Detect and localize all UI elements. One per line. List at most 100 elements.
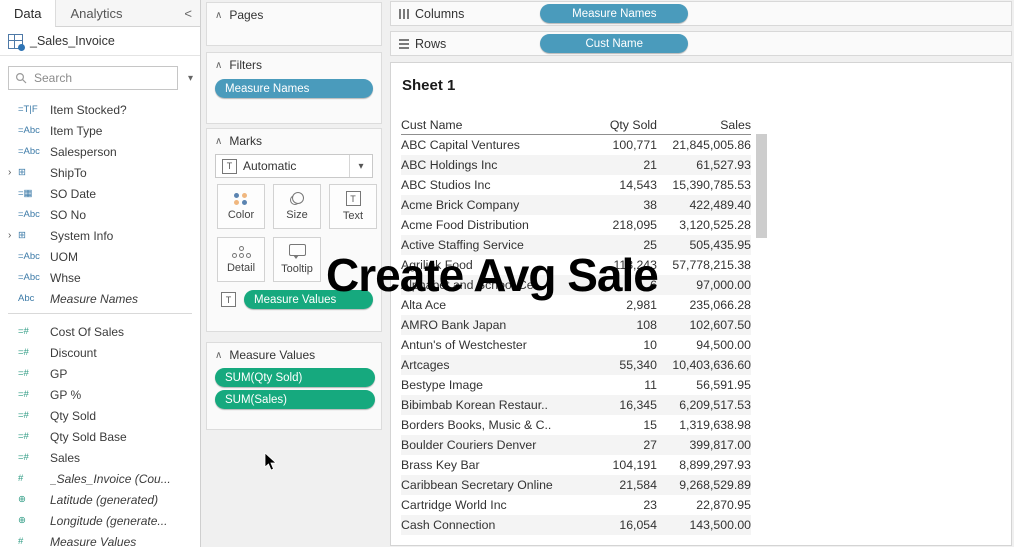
table-row[interactable]: Antun's of Westchester 10 94,500.00	[401, 335, 751, 355]
filters-title: Filters	[229, 58, 262, 72]
field-row[interactable]: =T|F Item Stocked?	[0, 99, 200, 120]
columns-pill-measure-names[interactable]: Measure Names	[540, 4, 688, 23]
field-row[interactable]: =Abc SO No	[0, 204, 200, 225]
field-row[interactable]: ⊕ Latitude (generated)	[0, 489, 200, 510]
field-label: Measure Values	[50, 535, 136, 547]
field-row[interactable]: =# Cost Of Sales	[0, 321, 200, 342]
field-label: Salesperson	[50, 145, 117, 159]
qty-sold-cell: 10	[569, 338, 657, 352]
table-row[interactable]: Artcages 55,340 10,403,636.60	[401, 355, 751, 375]
field-row[interactable]: =Abc UOM	[0, 246, 200, 267]
table-row[interactable]: ABC Capital Ventures 100,771 21,845,005.…	[401, 135, 751, 155]
table-row[interactable]: ABC Studios Inc 14,543 15,390,785.53	[401, 175, 751, 195]
field-row[interactable]: =# Sales	[0, 447, 200, 468]
qty-sold-cell: 21,584	[569, 478, 657, 492]
sales-cell: 143,500.00	[657, 518, 751, 532]
text-button[interactable]: T Text	[329, 184, 377, 229]
expander-icon[interactable]: ›	[8, 167, 18, 178]
table-row[interactable]: Bibimbab Korean Restaur.. 16,345 6,209,5…	[401, 395, 751, 415]
measure-value-pill[interactable]: SUM(Sales)	[215, 390, 375, 409]
table-header-row: Cust Name Qty Sold Sales	[401, 115, 751, 135]
filter-pill-measure-names[interactable]: Measure Names	[215, 79, 373, 98]
detail-button[interactable]: Detail	[217, 237, 265, 282]
search-box[interactable]	[8, 66, 178, 90]
sales-cell: 9,268,529.89	[657, 478, 751, 492]
field-row[interactable]: =Abc Whse	[0, 267, 200, 288]
field-row[interactable]: › ⊞ System Info	[0, 225, 200, 246]
text-mark-icon: T	[222, 159, 237, 174]
datasource-check-badge	[18, 44, 25, 51]
table-row[interactable]: Boulder Couriers Denver 27 399,817.00	[401, 435, 751, 455]
size-icon	[290, 192, 304, 205]
field-label: UOM	[50, 250, 78, 264]
rows-shelf[interactable]: Rows Cust Name	[390, 31, 1012, 56]
field-label: SO No	[50, 208, 86, 222]
columns-shelf[interactable]: Columns Measure Names	[390, 1, 1012, 26]
tooltip-button[interactable]: Tooltip	[273, 237, 321, 282]
rows-pill-cust-name[interactable]: Cust Name	[540, 34, 688, 53]
search-input[interactable]	[32, 70, 171, 86]
cust-name-cell: Bestype Image	[401, 378, 569, 392]
cust-name-cell: Borders Books, Music & C..	[401, 418, 569, 432]
pages-card: ∧ Pages	[206, 2, 382, 46]
table-row[interactable]: Caribbean Secretary Online 21,584 9,268,…	[401, 475, 751, 495]
measure-value-pill[interactable]: SUM(Qty Sold)	[215, 368, 375, 387]
tab-analytics[interactable]: Analytics	[55, 0, 136, 27]
color-button[interactable]: Color	[217, 184, 265, 229]
sales-cell: 21,845,005.86	[657, 138, 751, 152]
field-label: Item Stocked?	[50, 103, 127, 117]
mark-type-dropdown[interactable]: T Automatic ▾	[215, 154, 373, 178]
table-row[interactable]: ABC Holdings Inc 21 61,527.93	[401, 155, 751, 175]
table-row[interactable]: Brass Key Bar 104,191 8,899,297.93	[401, 455, 751, 475]
table-row[interactable]: Cartridge World Inc 23 22,870.95	[401, 495, 751, 515]
field-row[interactable]: =▦ SO Date	[0, 183, 200, 204]
field-row[interactable]: =# GP	[0, 363, 200, 384]
field-row[interactable]: =Abc Salesperson	[0, 141, 200, 162]
mouse-cursor	[264, 452, 278, 472]
field-row[interactable]: =# Qty Sold Base	[0, 426, 200, 447]
column-header-sales[interactable]: Sales	[657, 118, 751, 132]
marks-title: Marks	[229, 134, 262, 148]
search-options-caret-icon[interactable]: ▾	[188, 73, 193, 84]
qty-sold-cell: 21	[569, 158, 657, 172]
field-row[interactable]: =# GP %	[0, 384, 200, 405]
field-row[interactable]: Abc Measure Names	[0, 288, 200, 309]
table-row[interactable]: Bestype Image 11 56,591.95	[401, 375, 751, 395]
collapse-pages-icon[interactable]: ∧	[215, 10, 222, 21]
chevron-down-icon[interactable]: ▾	[349, 155, 372, 177]
sales-cell: 15,390,785.53	[657, 178, 751, 192]
field-type-icon: ⊕	[18, 515, 50, 526]
table-body: ABC Capital Ventures 100,771 21,845,005.…	[401, 135, 751, 535]
table-row[interactable]: Acme Food Distribution 218,095 3,120,525…	[401, 215, 751, 235]
sales-cell: 3,120,525.28	[657, 218, 751, 232]
field-row[interactable]: ⊕ Longitude (generate...	[0, 510, 200, 531]
field-row[interactable]: # Measure Values	[0, 531, 200, 547]
table-row[interactable]: AMRO Bank Japan 108 102,607.50	[401, 315, 751, 335]
collapse-marks-icon[interactable]: ∧	[215, 136, 222, 147]
tab-data[interactable]: Data	[0, 0, 55, 27]
size-button[interactable]: Size	[273, 184, 321, 229]
expander-icon[interactable]: ›	[8, 230, 18, 241]
sales-cell: 61,527.93	[657, 158, 751, 172]
field-row[interactable]: =# Qty Sold	[0, 405, 200, 426]
field-type-icon: #	[18, 473, 50, 484]
field-row[interactable]: =Abc Item Type	[0, 120, 200, 141]
table-row[interactable]: Borders Books, Music & C.. 15 1,319,638.…	[401, 415, 751, 435]
column-header-qty-sold[interactable]: Qty Sold	[569, 118, 657, 132]
field-row[interactable]: # _Sales_Invoice (Cou...	[0, 468, 200, 489]
collapse-filters-icon[interactable]: ∧	[215, 60, 222, 71]
field-row[interactable]: =# Discount	[0, 342, 200, 363]
collapse-pane-icon[interactable]: <	[137, 0, 201, 27]
column-header-cust-name[interactable]: Cust Name	[401, 118, 569, 132]
vertical-scrollbar-thumb[interactable]	[756, 134, 767, 238]
sales-cell: 6,209,517.53	[657, 398, 751, 412]
datasource-item[interactable]: _Sales_Invoice	[0, 27, 200, 56]
collapse-measure-values-icon[interactable]: ∧	[215, 350, 222, 361]
table-row[interactable]: Cash Connection 16,054 143,500.00	[401, 515, 751, 535]
table-row[interactable]: Acme Brick Company 38 422,489.40	[401, 195, 751, 215]
field-row[interactable]: › ⊞ ShipTo	[0, 162, 200, 183]
dimension-list: =T|F Item Stocked? =Abc Item Type =Abc S…	[0, 96, 200, 309]
measure-list: =# Cost Of Sales =# Discount =# GP	[0, 318, 200, 547]
qty-sold-cell: 27	[569, 438, 657, 452]
field-type-icon: =Abc	[18, 209, 50, 220]
